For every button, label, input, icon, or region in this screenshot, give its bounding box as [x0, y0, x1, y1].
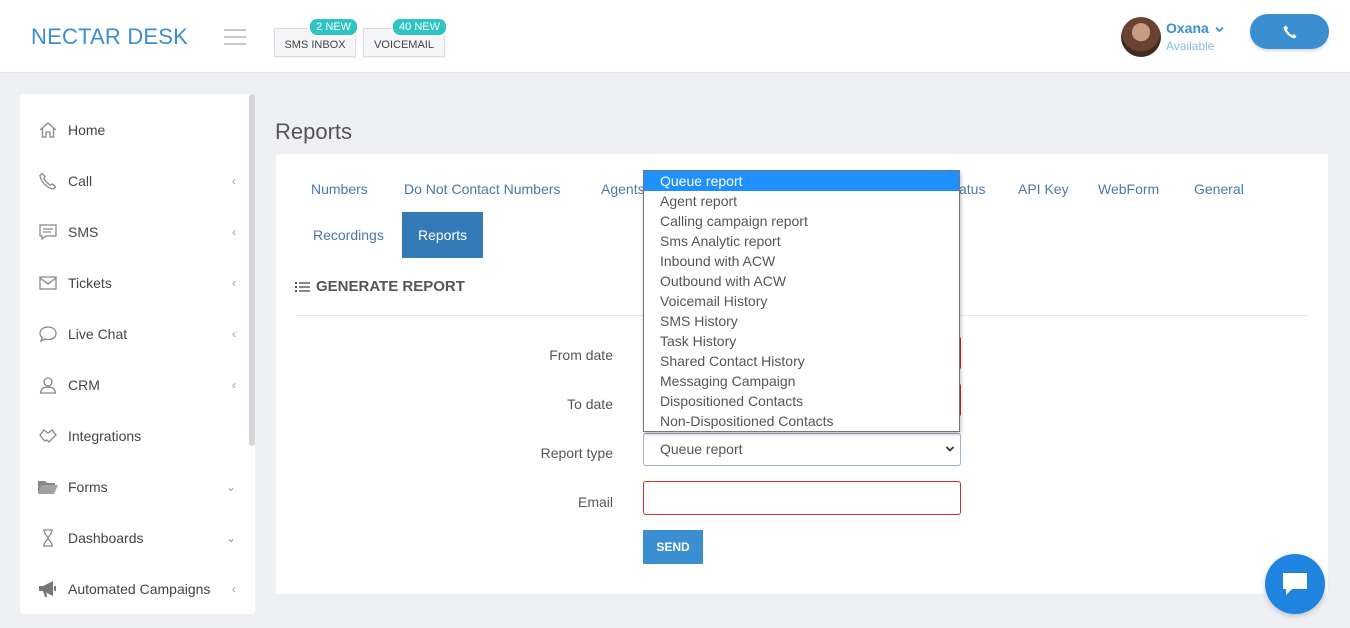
section-title-text: GENERATE REPORT: [316, 278, 465, 295]
sidebar-item-label: Dashboards: [68, 530, 144, 546]
list-icon: [295, 281, 310, 292]
user-icon: [37, 374, 59, 396]
home-icon: [37, 119, 59, 141]
tab-reports[interactable]: Reports: [402, 212, 483, 258]
chat-bubble-icon: [37, 323, 59, 345]
page-title: Reports: [275, 119, 353, 144]
chevron-left-icon: ‹: [232, 582, 236, 596]
sidebar-item-label: Automated Campaigns: [68, 581, 211, 597]
sidebar-item-label: SMS: [68, 224, 99, 240]
sidebar-item-label: Call: [68, 173, 93, 189]
tab-do-not-contact-numbers[interactable]: Do Not Contact Numbers: [404, 181, 560, 197]
sidebar-item-automated-campaigns[interactable]: Automated Campaigns ‹: [20, 569, 248, 609]
to-date-label: To date: [567, 396, 613, 412]
sms-inbox-button[interactable]: SMS INBOX 2 NEW: [274, 17, 359, 57]
megaphone-icon: [37, 578, 59, 600]
live-chat-launcher[interactable]: [1265, 554, 1325, 614]
tab-general[interactable]: General: [1194, 181, 1244, 197]
email-input[interactable]: [643, 481, 961, 515]
sidebar-item-label: Forms: [68, 479, 108, 495]
user-name: Oxana: [1166, 20, 1209, 36]
chevron-down-icon: [1215, 26, 1224, 33]
dropdown-option[interactable]: Voicemail History: [644, 291, 959, 311]
from-date-label: From date: [549, 347, 613, 363]
sidebar-item-crm[interactable]: CRM ‹: [20, 365, 248, 405]
dropdown-option[interactable]: Messaging Campaign: [644, 371, 959, 391]
call-button[interactable]: [1250, 14, 1329, 49]
voicemail-badge: 40 NEW: [391, 17, 448, 37]
sidebar-item-label: Live Chat: [68, 326, 128, 342]
report-type-select[interactable]: Queue report: [643, 433, 961, 466]
section-title: GENERATE REPORT: [295, 278, 465, 295]
send-button[interactable]: SEND: [643, 530, 703, 564]
email-label: Email: [577, 494, 613, 510]
phone-icon: [37, 170, 59, 192]
sidebar-item-integrations[interactable]: Integrations: [20, 416, 248, 456]
phone-icon: [1283, 25, 1296, 38]
sms-inbox-label: SMS INBOX: [284, 39, 346, 51]
dropdown-option[interactable]: Non-Dispositioned Contacts: [644, 411, 959, 431]
tab-webform[interactable]: WebForm: [1098, 181, 1159, 197]
hourglass-icon: [37, 527, 59, 549]
sms-inbox-badge: 2 NEW: [308, 17, 359, 37]
sidebar: Home Call ‹ SMS ‹ Tickets ‹ Live Chat ‹ …: [20, 94, 255, 614]
sidebar-scrollbar[interactable]: [249, 94, 255, 446]
dropdown-option[interactable]: Sms Analytic report: [644, 231, 959, 251]
sidebar-item-home[interactable]: Home: [20, 110, 248, 150]
sidebar-item-forms[interactable]: Forms ⌄: [20, 467, 248, 507]
sidebar-item-tickets[interactable]: Tickets ‹: [20, 263, 248, 303]
dropdown-option[interactable]: Calling campaign report: [644, 211, 959, 231]
tab-numbers[interactable]: Numbers: [311, 181, 368, 197]
sidebar-item-label: Home: [68, 122, 106, 138]
sidebar-item-call[interactable]: Call ‹: [20, 161, 248, 201]
chevron-down-icon: [945, 446, 955, 452]
chevron-down-icon: ⌄: [225, 480, 236, 494]
sidebar-item-label: CRM: [68, 377, 100, 393]
tab-agents[interactable]: Agents: [601, 181, 645, 197]
menu-toggle-icon[interactable]: [224, 29, 246, 45]
dropdown-option[interactable]: Dispositioned Contacts: [644, 391, 959, 411]
chevron-left-icon: ‹: [232, 327, 236, 341]
envelope-icon: [37, 272, 59, 294]
tab-api-key[interactable]: API Key: [1018, 181, 1069, 197]
sidebar-item-live-chat[interactable]: Live Chat ‹: [20, 314, 248, 354]
dropdown-option[interactable]: Inbound with ACW: [644, 251, 959, 271]
chevron-left-icon: ‹: [232, 378, 236, 392]
dropdown-option[interactable]: Queue report: [644, 171, 959, 191]
handshake-icon: [37, 425, 59, 447]
chevron-left-icon: ‹: [232, 276, 236, 290]
tab-recordings[interactable]: Recordings: [313, 227, 384, 243]
report-type-dropdown: Queue report Agent report Calling campai…: [643, 170, 960, 432]
sidebar-item-dashboards[interactable]: Dashboards ⌄: [20, 518, 248, 558]
report-type-value: Queue report: [660, 441, 743, 457]
brand-logo[interactable]: NECTAR DESK: [31, 24, 188, 50]
dropdown-option[interactable]: Agent report: [644, 191, 959, 211]
dropdown-option[interactable]: Shared Contact History: [644, 351, 959, 371]
top-bar: NECTAR DESK SMS INBOX 2 NEW VOICEMAIL 40…: [0, 0, 1350, 73]
dropdown-option[interactable]: Outbound with ACW: [644, 271, 959, 291]
chevron-left-icon: ‹: [232, 174, 236, 188]
user-menu[interactable]: Oxana: [1166, 20, 1224, 36]
message-icon: [37, 221, 59, 243]
voicemail-label: VOICEMAIL: [374, 39, 434, 51]
dropdown-option[interactable]: Task History: [644, 331, 959, 351]
report-type-label: Report type: [540, 445, 613, 461]
chevron-left-icon: ‹: [232, 225, 236, 239]
folder-open-icon: [37, 476, 59, 498]
dropdown-option[interactable]: SMS History: [644, 311, 959, 331]
sidebar-item-label: Tickets: [68, 275, 112, 291]
chevron-down-icon: ⌄: [225, 531, 236, 545]
sidebar-item-sms[interactable]: SMS ‹: [20, 212, 248, 252]
avatar[interactable]: [1121, 17, 1161, 57]
sidebar-item-label: Integrations: [68, 428, 142, 444]
user-status: Available: [1166, 39, 1215, 53]
chat-bubble-icon: [1283, 573, 1307, 595]
tab-status[interactable]: atus: [959, 181, 985, 197]
voicemail-button[interactable]: VOICEMAIL 40 NEW: [363, 17, 448, 57]
